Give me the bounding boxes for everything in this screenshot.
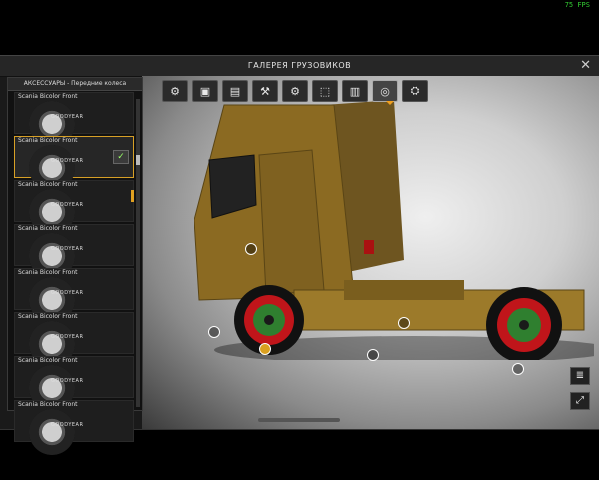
accessory-item-label: Scania Bicolor Front (18, 93, 78, 100)
close-icon[interactable]: ✕ (580, 58, 591, 73)
accessory-item[interactable]: Scania Bicolor Front GOODYEAR (14, 180, 134, 235)
accessory-item-label: Scania Bicolor Front (18, 313, 78, 320)
accessory-item[interactable]: Scania Bicolor Front GOODYEAR (14, 356, 134, 411)
bottom-scroll-slider[interactable] (258, 418, 340, 422)
accessory-item-label: Scania Bicolor Front (18, 401, 78, 408)
window-titlebar: ГАЛЕРЕЯ ГРУЗОВИКОВ ✕ (0, 56, 599, 77)
hover-indicator (131, 190, 134, 202)
tire-brand-text: GOODYEAR (51, 290, 84, 296)
accessory-item-label: Scania Bicolor Front (18, 269, 78, 276)
accessory-item[interactable]: Scania Bicolor Front GOODYEAR ✓ (14, 136, 134, 191)
gallery-tool-2-button[interactable]: ▣ (192, 80, 218, 102)
hotspot-marker[interactable] (367, 349, 379, 361)
gallery-tool-5-button[interactable]: ⚙ (282, 80, 308, 102)
tire-brand-text: GOODYEAR (51, 334, 84, 340)
accessory-list: Scania Bicolor Front GOODYEAR Scania Bicol… (14, 92, 134, 455)
accessory-item[interactable]: Scania Bicolor Front GOODYEAR (14, 312, 134, 367)
accessories-panel: АКСЕССУАРЫ - Передние колеса Scania Bico… (7, 77, 143, 455)
tire-brand-text: GOODYEAR (51, 422, 84, 428)
hotspot-marker[interactable] (398, 317, 410, 329)
gallery-tool-6-button[interactable]: ⬚ (312, 80, 338, 102)
hotspot-marker[interactable] (512, 363, 524, 375)
gallery-tool-1-button[interactable]: ⚙ (162, 80, 188, 102)
accessory-item[interactable]: Scania Bicolor Front GOODYEAR (14, 224, 134, 279)
fps-counter: 75 FPS (564, 1, 590, 9)
accessory-item[interactable]: Scania Bicolor Front GOODYEAR (14, 400, 134, 455)
gallery-tool-9-button[interactable]: ⛭ (402, 80, 428, 102)
gallery-tool-7-button[interactable]: ▥ (342, 80, 368, 102)
panel-header: АКСЕССУАРЫ - Передние колеса (8, 78, 142, 91)
truck-model (194, 100, 594, 360)
tire-brand-text: GOODYEAR (51, 378, 84, 384)
gallery-tool-4-button[interactable]: ⚒ (252, 80, 278, 102)
accessory-item-label: Scania Bicolor Front (18, 181, 78, 188)
hotspot-marker[interactable] (245, 243, 257, 255)
accessory-item[interactable]: Scania Bicolor Front GOODYEAR (14, 268, 134, 323)
tire-thumbnail: GOODYEAR (29, 409, 83, 455)
accessory-item-label: Scania Bicolor Front (18, 357, 78, 364)
tire-brand-text: GOODYEAR (51, 246, 84, 252)
accessory-item[interactable]: Scania Bicolor Front GOODYEAR (14, 92, 134, 147)
scroll-thumb[interactable] (136, 155, 140, 165)
tire-brand-text: GOODYEAR (51, 158, 84, 164)
window-title: ГАЛЕРЕЯ ГРУЗОВИКОВ (247, 61, 352, 70)
accessory-item-label: Scania Bicolor Front (18, 137, 78, 144)
fullscreen-icon[interactable]: ⤢ (570, 392, 590, 410)
lights-icon[interactable]: ≣ (570, 367, 590, 385)
list-scrollbar[interactable] (136, 99, 140, 407)
gallery-toolbar: ⚙ ▣ ▤ ⚒ ⚙ ⬚ ▥ ◎ ⛭ (162, 80, 428, 102)
gallery-tool-3-button[interactable]: ▤ (222, 80, 248, 102)
tire-brand-text: GOODYEAR (51, 114, 84, 120)
hotspot-marker-front-wheel-active[interactable] (259, 343, 271, 355)
active-tool-indicator (386, 101, 394, 105)
check-icon: ✓ (113, 150, 129, 164)
gallery-tool-8-button[interactable]: ◎ (372, 80, 398, 102)
hotspot-marker[interactable] (208, 326, 220, 338)
accessory-item-label: Scania Bicolor Front (18, 225, 78, 232)
tire-brand-text: GOODYEAR (51, 202, 84, 208)
